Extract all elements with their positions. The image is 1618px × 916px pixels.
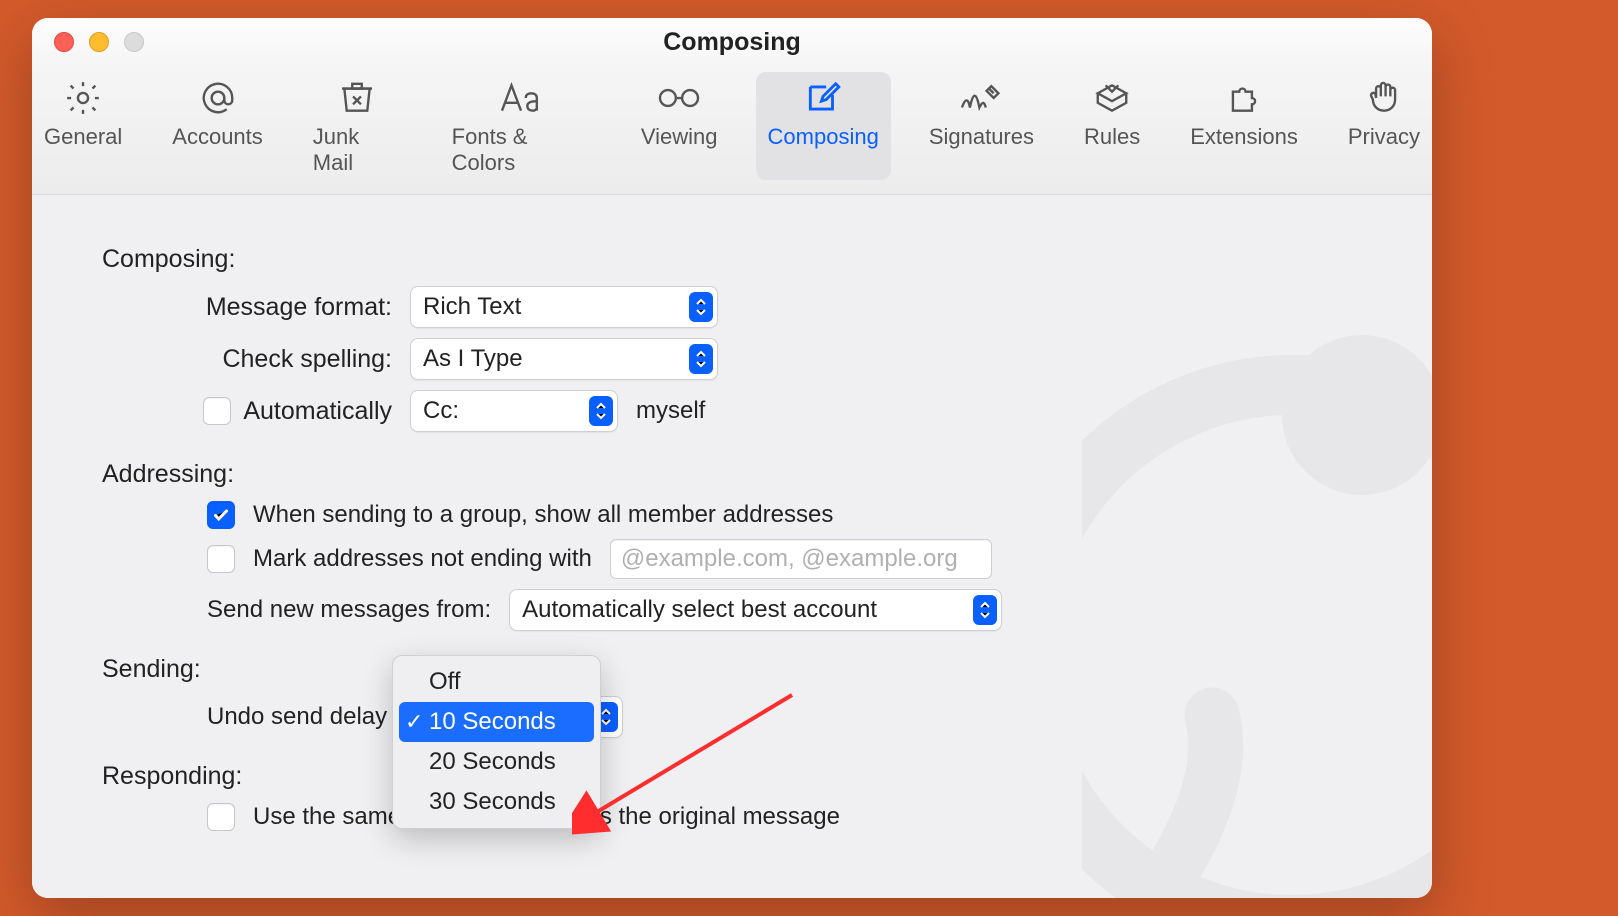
select-value: As I Type	[423, 345, 679, 373]
compose-icon	[804, 78, 842, 118]
tab-label: General	[44, 124, 122, 150]
label-undo-delay: Undo send delay	[207, 703, 387, 731]
label-group-addresses: When sending to a group, show all member…	[253, 501, 833, 529]
app-watermark	[1082, 275, 1432, 898]
select-value: Cc:	[423, 397, 579, 425]
menu-item-off[interactable]: Off	[399, 662, 594, 702]
window-controls	[32, 32, 144, 52]
tab-label: Composing	[768, 124, 879, 150]
close-window-button[interactable]	[54, 32, 74, 52]
menu-item-10-seconds[interactable]: ✓ 10 Seconds	[399, 702, 594, 742]
checkmark-icon: ✓	[405, 709, 423, 735]
select-check-spelling[interactable]: As I Type	[410, 338, 718, 380]
trash-x-icon	[338, 78, 376, 118]
tab-signatures[interactable]: Signatures	[917, 72, 1046, 180]
tab-label: Viewing	[641, 124, 718, 150]
tab-composing[interactable]: Composing	[756, 72, 891, 180]
gear-icon	[64, 78, 102, 118]
section-composing: Composing:	[102, 245, 1362, 274]
tab-label: Junk Mail	[313, 124, 402, 176]
menu-item-label: 30 Seconds	[429, 788, 556, 816]
window-title: Composing	[32, 28, 1432, 57]
text-myself: myself	[636, 397, 705, 425]
menu-item-label: Off	[429, 668, 461, 696]
tab-label: Signatures	[929, 124, 1034, 150]
tab-label: Extensions	[1190, 124, 1298, 150]
puzzle-icon	[1225, 78, 1263, 118]
preferences-window: Composing General Accounts Junk Mail	[32, 18, 1432, 898]
tab-extensions[interactable]: Extensions	[1178, 72, 1310, 180]
label-mark-addresses: Mark addresses not ending with	[253, 545, 592, 573]
tab-general[interactable]: General	[32, 72, 134, 180]
at-sign-icon	[199, 78, 237, 118]
menu-item-label: 20 Seconds	[429, 748, 556, 776]
checkbox-automatically[interactable]	[203, 397, 231, 425]
tab-label: Privacy	[1348, 124, 1420, 150]
titlebar: Composing	[32, 18, 1432, 66]
label-check-spelling: Check spelling:	[102, 345, 392, 374]
tab-viewing[interactable]: Viewing	[629, 72, 730, 180]
dropdown-caret-icon	[689, 344, 713, 374]
preferences-body: Composing: Message format: Rich Text Che…	[32, 195, 1432, 898]
glasses-icon	[655, 78, 703, 118]
dropdown-caret-icon	[689, 292, 713, 322]
preferences-toolbar: General Accounts Junk Mail Fonts & Color…	[32, 66, 1432, 195]
label-send-from: Send new messages from:	[207, 596, 491, 624]
checkbox-same-format[interactable]	[207, 803, 235, 831]
tab-junk-mail[interactable]: Junk Mail	[301, 72, 414, 180]
tab-label: Rules	[1084, 124, 1140, 150]
select-value: Rich Text	[423, 293, 679, 321]
tab-label: Accounts	[172, 124, 263, 150]
tab-accounts[interactable]: Accounts	[160, 72, 275, 180]
tab-privacy[interactable]: Privacy	[1336, 72, 1432, 180]
menu-item-label: 10 Seconds	[429, 708, 556, 736]
hand-icon	[1365, 78, 1403, 118]
zoom-window-button[interactable]	[124, 32, 144, 52]
checkbox-group-addresses[interactable]	[207, 501, 235, 529]
select-send-from[interactable]: Automatically select best account	[509, 589, 1002, 631]
select-message-format[interactable]: Rich Text	[410, 286, 718, 328]
label-message-format: Message format:	[102, 293, 392, 322]
select-cc-bcc[interactable]: Cc:	[410, 390, 618, 432]
minimize-window-button[interactable]	[89, 32, 109, 52]
select-value: Automatically select best account	[522, 596, 963, 624]
typography-icon	[497, 78, 545, 118]
menu-item-20-seconds[interactable]: 20 Seconds	[399, 742, 594, 782]
rules-icon	[1093, 78, 1131, 118]
tab-rules[interactable]: Rules	[1072, 72, 1152, 180]
signature-icon	[957, 78, 1005, 118]
checkbox-mark-addresses[interactable]	[207, 545, 235, 573]
tab-fonts-colors[interactable]: Fonts & Colors	[440, 72, 603, 180]
tab-label: Fonts & Colors	[452, 124, 591, 176]
menu-undo-send-delay: Off ✓ 10 Seconds 20 Seconds 30 Seconds	[392, 655, 601, 829]
input-mark-domains[interactable]: @example.com, @example.org	[610, 539, 992, 579]
label-automatically: Automatically	[243, 397, 392, 426]
dropdown-caret-icon	[973, 595, 997, 625]
dropdown-caret-icon	[589, 396, 613, 426]
menu-item-30-seconds[interactable]: 30 Seconds	[399, 782, 594, 822]
